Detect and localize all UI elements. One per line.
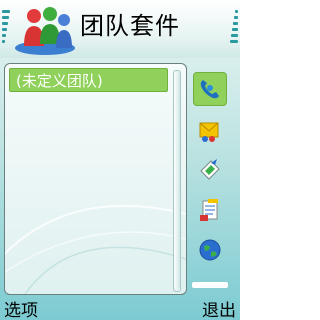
background-swirl <box>5 204 186 294</box>
message-button[interactable] <box>194 114 226 146</box>
team-list-panel: (未定义团队) <box>4 63 187 295</box>
send-button[interactable] <box>194 154 226 186</box>
signal-strength-icon <box>2 10 12 50</box>
screen: 团队套件 (未定义团队) 选项 退出 <box>0 0 240 320</box>
action-toolbar <box>192 70 228 270</box>
scrollbar[interactable] <box>173 70 181 292</box>
options-softkey[interactable]: 选项 <box>4 296 38 320</box>
notes-icon <box>200 199 218 221</box>
send-icon <box>200 159 220 180</box>
scroll-thumb[interactable] <box>174 71 180 289</box>
team-list-item[interactable]: (未定义团队) <box>9 68 168 92</box>
softkey-bar: 选项 退出 <box>0 294 240 320</box>
web-button[interactable] <box>194 234 226 266</box>
app-title: 团队套件 <box>80 12 180 40</box>
phone-call-icon <box>200 80 219 99</box>
team-suite-app-icon <box>12 2 78 56</box>
message-icon <box>199 122 219 142</box>
globe-icon <box>199 239 221 261</box>
battery-level-icon <box>228 10 238 50</box>
status-header: 团队套件 <box>0 0 240 58</box>
exit-softkey[interactable]: 退出 <box>202 296 236 320</box>
toolbar-indicator <box>192 282 228 288</box>
notes-button[interactable] <box>194 194 226 226</box>
call-button[interactable] <box>193 72 227 106</box>
